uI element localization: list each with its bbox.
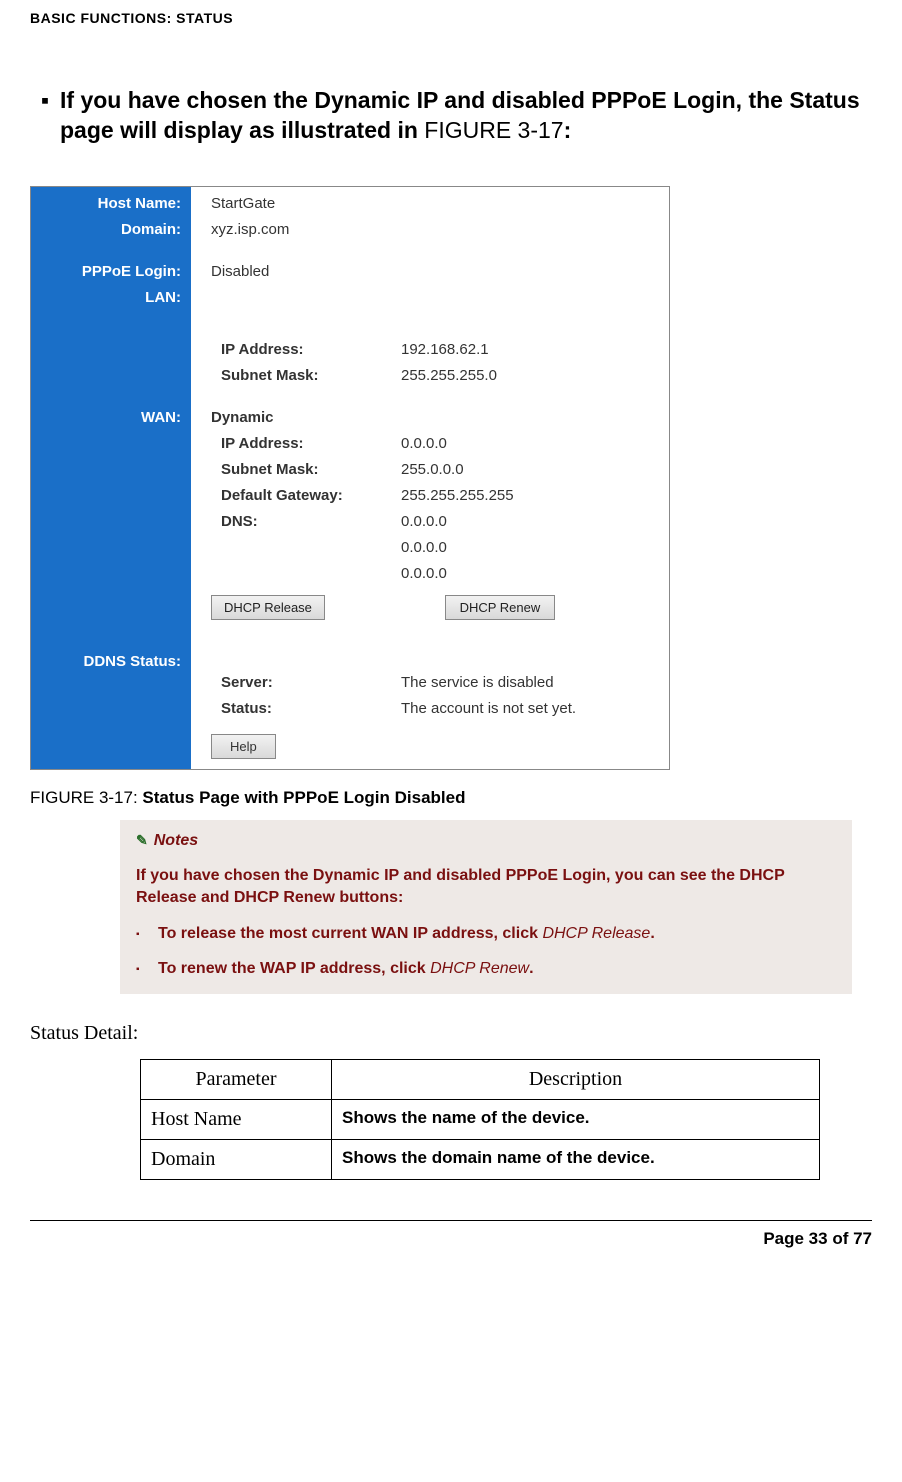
ddns-status-value: The account is not set yet. — [401, 696, 669, 722]
status-screenshot: Host Name: Domain: PPPoE Login: LAN: WAN… — [30, 186, 670, 770]
sidebar-domain-label: Domain: — [31, 217, 191, 243]
wan-ip-value: 0.0.0.0 — [401, 431, 669, 457]
wan-dns-label: DNS: — [211, 509, 401, 535]
notes-title: Notes — [154, 830, 198, 852]
figure-label: FIGURE 3-17: — [30, 788, 142, 807]
notes-b1-post: . — [650, 925, 654, 942]
lan-ip-label: IP Address: — [211, 337, 401, 363]
param-name: Domain — [141, 1139, 332, 1179]
wan-gateway-label: Default Gateway: — [211, 483, 401, 509]
lan-ip-value: 192.168.62.1 — [401, 337, 669, 363]
pppoe-value: Disabled — [211, 259, 669, 285]
bullet-square-icon: ▪ — [136, 923, 158, 945]
param-desc: Shows the name of the device. — [332, 1099, 820, 1139]
screenshot-sidebar: Host Name: Domain: PPPoE Login: LAN: WAN… — [31, 187, 191, 769]
parameter-table: Parameter Description Host Name Shows th… — [140, 1059, 820, 1180]
domain-value: xyz.isp.com — [211, 217, 669, 243]
wan-mask-value: 255.0.0.0 — [401, 457, 669, 483]
wan-mode: Dynamic — [211, 405, 669, 431]
wan-gateway-value: 255.255.255.255 — [401, 483, 669, 509]
table-header-parameter: Parameter — [141, 1059, 332, 1099]
help-button[interactable]: Help — [211, 734, 276, 759]
notes-body: If you have chosen the Dynamic IP and di… — [136, 865, 836, 908]
wan-dns3: 0.0.0.0 — [401, 561, 669, 587]
wan-mask-label: Subnet Mask: — [211, 457, 401, 483]
wan-ip-label: IP Address: — [211, 431, 401, 457]
dhcp-release-button[interactable]: DHCP Release — [211, 595, 325, 620]
hostname-value: StartGate — [211, 191, 669, 217]
sidebar-lan-label: LAN: — [31, 285, 191, 311]
figure-title: Status Page with PPPoE Login Disabled — [142, 788, 465, 807]
table-header-description: Description — [332, 1059, 820, 1099]
bullet-dot: ▪ — [30, 86, 60, 146]
param-desc: Shows the domain name of the device. — [332, 1139, 820, 1179]
intro-suffix: : — [564, 117, 572, 143]
notes-b2-text: To renew the WAP IP address, click — [158, 960, 430, 977]
lan-mask-value: 255.255.255.0 — [401, 363, 669, 389]
wan-dns1: 0.0.0.0 — [401, 509, 669, 535]
dhcp-renew-button[interactable]: DHCP Renew — [445, 595, 555, 620]
intro-figref: FIGURE 3-17 — [424, 117, 563, 143]
figure-caption: FIGURE 3-17: Status Page with PPPoE Logi… — [30, 788, 872, 808]
section-header: BASIC FUNCTIONS: STATUS — [30, 10, 872, 26]
page-footer: Page 33 of 77 — [30, 1220, 872, 1249]
ddns-server-value: The service is disabled — [401, 670, 669, 696]
sidebar-ddns-label: DDNS Status: — [31, 649, 191, 675]
table-row: Host Name Shows the name of the device. — [141, 1099, 820, 1139]
ddns-server-label: Server: — [211, 670, 401, 696]
sidebar-wan-label: WAN: — [31, 405, 191, 431]
wan-dns2: 0.0.0.0 — [401, 535, 669, 561]
sidebar-pppoe-label: PPPoE Login: — [31, 259, 191, 285]
bullet-square-icon: ▪ — [136, 958, 158, 980]
sidebar-hostname-label: Host Name: — [31, 191, 191, 217]
table-row: Domain Shows the domain name of the devi… — [141, 1139, 820, 1179]
lan-mask-label: Subnet Mask: — [211, 363, 401, 389]
status-detail-label: Status Detail: — [30, 1022, 872, 1045]
param-name: Host Name — [141, 1099, 332, 1139]
notes-box: ✎ Notes If you have chosen the Dynamic I… — [120, 820, 852, 994]
notes-b1-em: DHCP Release — [542, 925, 650, 942]
pencil-icon: ✎ — [136, 831, 148, 850]
notes-b2-post: . — [529, 960, 533, 977]
intro-paragraph: ▪ If you have chosen the Dynamic IP and … — [30, 86, 872, 146]
ddns-status-label: Status: — [211, 696, 401, 722]
screenshot-content: StartGate xyz.isp.com Disabled IP Addres… — [191, 187, 669, 769]
notes-b1-text: To release the most current WAN IP addre… — [158, 925, 542, 942]
notes-b2-em: DHCP Renew — [430, 960, 529, 977]
